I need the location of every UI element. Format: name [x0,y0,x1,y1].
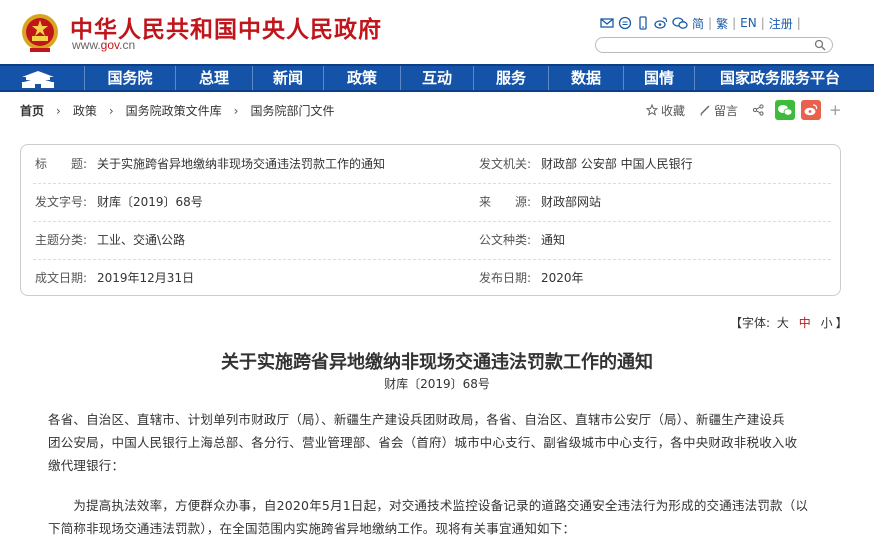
weibo-icon [804,104,818,116]
meta-published-label: 发布日期: [479,271,532,285]
tiananmen-home-icon[interactable] [18,68,58,90]
document-metadata: 标 题: 关于实施跨省异地缴纳非现场交通违法罚款工作的通知 发文机关: 财政部 公安… [20,144,841,296]
nav-item-policy[interactable]: 政策 [323,66,400,90]
text-line: 下简称非现场交通违法罚款），在全国范围内实施跨省异地缴纳工作。现将有关事宜通知如… [48,521,576,536]
nav-item-news[interactable]: 新闻 [252,66,323,90]
comment-icon[interactable] [618,16,632,30]
share-wechat-button[interactable] [775,100,796,120]
meta-cell: 来 源: 财政部网站 [479,183,601,221]
share-button[interactable] [752,104,767,116]
font-size-small[interactable]: 小 [821,316,833,330]
share-weibo-button[interactable] [801,100,822,120]
nav-item-interaction[interactable]: 互动 [400,66,473,90]
text-line: 为提高执法效率，方便群众办事，自2020年5月1日起，对交通技术监控设备记录的道… [48,498,809,513]
register-link[interactable]: 注册 [769,15,793,32]
site-url-domain: gov [100,38,120,52]
meta-row: 成文日期: 2019年12月31日 发布日期: 2020年 [33,259,831,297]
font-size-medium[interactable]: 中 [799,316,811,330]
comment-label: 留言 [714,103,739,118]
document-number: 财库〔2019〕68号 [384,377,490,391]
meta-row: 标 题: 关于实施跨省异地缴纳非现场交通违法罚款工作的通知 发文机关: 财政部 公安… [33,145,831,184]
header-tools: 简 | 繁 | EN | 注册 | [600,14,805,32]
meta-docno-value: 财库〔2019〕68号 [97,195,203,209]
wechat-icon [778,105,793,116]
main-nav: 国务院 总理 新闻 政策 互动 服务 数据 国情 国家政务服务平台 [0,64,874,92]
text-line: 各省、自治区、直辖市、计划单列市财政厅（局）、新疆生产建设兵团财政局，各省、自治… [48,412,785,427]
meta-cell: 成文日期: 2019年12月31日 [35,259,194,297]
breadcrumb-home[interactable]: 首页 [20,102,44,119]
meta-created-value: 2019年12月31日 [97,271,195,285]
meta-cell: 发文字号: 财库〔2019〕68号 [35,183,203,221]
meta-cell: 发布日期: 2020年 [479,259,584,297]
separator: | [796,16,801,30]
text-line: 团公安局，中国人民银行上海总部、各分行、营业管理部、省会（首府）城市中心支行、副… [48,435,798,450]
wechat-icon[interactable] [672,16,688,30]
weibo-icon[interactable] [654,16,668,30]
font-size-selector: 【字体: 大 中 小】 [730,314,848,331]
nav-item-service-platform[interactable]: 国家政务服务平台 [694,66,865,90]
font-size-large[interactable]: 大 [777,316,789,330]
breadcrumb: 首页 › 政策 › 国务院政策文件库 › 国务院部门文件 [20,102,335,119]
search-icon[interactable] [814,39,826,51]
paragraph-body: 为提高执法效率，方便群众办事，自2020年5月1日起，对交通技术监控设备记录的道… [48,494,828,540]
pencil-icon [700,105,710,116]
nav-item-premier[interactable]: 总理 [175,66,252,90]
meta-cell: 标 题: 关于实施跨省异地缴纳非现场交通违法罚款工作的通知 [35,145,385,183]
share-icon [752,104,764,116]
meta-docno-label: 发文字号: [35,195,88,209]
site-url-prefix: www. [72,38,101,52]
meta-source-label: 来 源: [479,195,532,209]
lang-traditional[interactable]: 繁 [716,15,728,32]
meta-issuer-label: 发文机关: [479,157,532,171]
meta-published-value: 2020年 [541,271,584,285]
meta-category-value: 工业、交通\公路 [97,233,186,247]
site-url: www.gov.cn [72,38,135,52]
meta-issuer-value: 财政部 公安部 中国人民银行 [541,157,693,171]
meta-category-label: 主题分类: [35,233,88,247]
breadcrumb-policy[interactable]: 政策 [73,102,97,119]
chevron-right-icon: › [108,103,114,118]
comment-button[interactable]: 留言 [699,102,738,119]
meta-source-value: 财政部网站 [541,195,602,209]
meta-type-label: 公文种类: [479,233,532,247]
meta-row: 主题分类: 工业、交通\公路 公文种类: 通知 [33,221,831,260]
national-emblem-icon[interactable] [20,12,60,54]
search-input[interactable] [595,37,833,53]
meta-title-value: 关于实施跨省异地缴纳非现场交通违法罚款工作的通知 [97,157,386,171]
separator: | [708,16,713,30]
font-size-suffix: 】 [835,316,848,330]
nav-item-service[interactable]: 服务 [473,66,548,90]
text-line: 缴代理银行： [48,458,125,473]
mobile-icon[interactable] [636,16,650,30]
meta-row: 发文字号: 财库〔2019〕68号 来 源: 财政部网站 [33,183,831,222]
meta-cell: 发文机关: 财政部 公安部 中国人民银行 [479,145,693,183]
meta-title-label: 标 题: [35,157,88,171]
site-header: 中华人民共和国中央人民政府 www.gov.cn 简 | 繁 | EN | 注册… [0,0,874,64]
star-icon [646,104,658,116]
plus-icon[interactable]: + [829,101,842,119]
meta-cell: 主题分类: 工业、交通\公路 [35,221,185,259]
separator: | [760,16,765,30]
mail-icon[interactable] [600,16,614,30]
chevron-right-icon: › [56,103,61,118]
lang-english[interactable]: EN [740,16,757,30]
chevron-right-icon: › [233,103,239,118]
favorite-button[interactable]: 收藏 [646,102,685,119]
separator: | [732,16,737,30]
nav-item-national-info[interactable]: 国情 [623,66,694,90]
favorite-label: 收藏 [661,103,686,118]
site-url-suffix: .cn [119,38,136,52]
breadcrumb-policy-library[interactable]: 国务院政策文件库 [126,102,222,119]
lang-simplified[interactable]: 简 [692,15,704,32]
font-size-prefix: 【字体: [730,316,771,330]
breadcrumb-department-docs[interactable]: 国务院部门文件 [250,102,334,119]
article-actions: 收藏 留言 + [646,100,842,120]
meta-cell: 公文种类: 通知 [479,221,565,259]
paragraph-addressees: 各省、自治区、直辖市、计划单列市财政厅（局）、新疆生产建设兵团财政局，各省、自治… [48,408,828,477]
meta-type-value: 通知 [541,233,566,247]
document-title: 关于实施跨省异地缴纳非现场交通违法罚款工作的通知 [221,352,653,373]
nav-item-state-council[interactable]: 国务院 [84,66,175,90]
meta-created-label: 成文日期: [35,271,88,285]
nav-item-data[interactable]: 数据 [548,66,623,90]
